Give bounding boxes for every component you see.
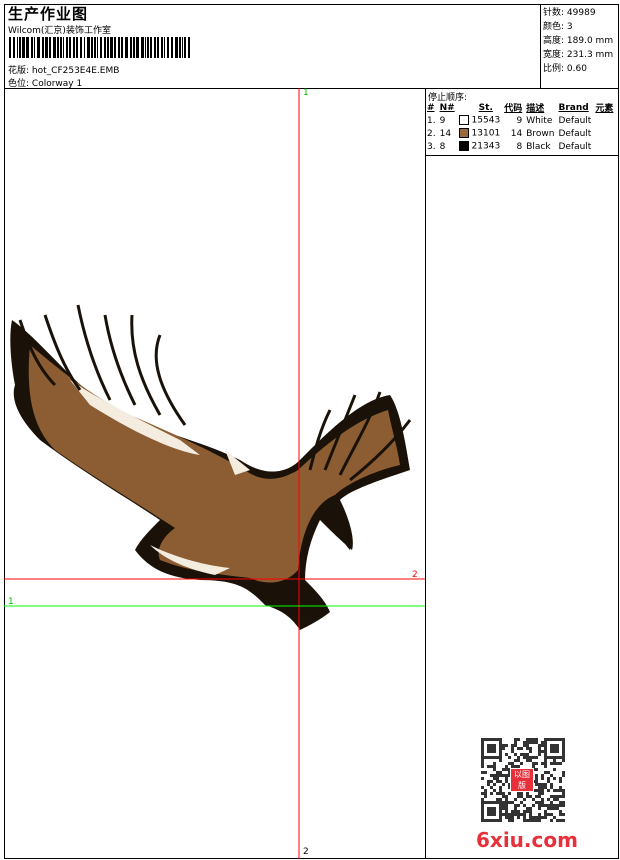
- table-bottom-line: [425, 155, 619, 156]
- guide-label-bottom: 2: [303, 847, 309, 857]
- guide-label-green: 1: [8, 597, 14, 607]
- color-swatch: [458, 141, 469, 152]
- stop-sequence-table: # N# St. 代码 描述 Brand 元素 1. 9 15543 9 White Default…: [425, 101, 615, 153]
- watermark-text: 6xiu.com: [476, 828, 578, 852]
- stat-stitches: 针数: 49989: [543, 8, 596, 18]
- stat-scale: 比例: 0.60: [543, 64, 587, 74]
- color-swatch: [458, 128, 469, 139]
- guide-label-red: 2: [412, 570, 418, 580]
- stat-colors: 颜色: 3: [543, 22, 573, 32]
- header-divider: [540, 4, 541, 88]
- stats-panel: 针数: 49989 颜色: 3 高度: 189.0 mm 宽度: 231.3 m…: [543, 5, 613, 75]
- stat-width: 宽度: 231.3 mm: [543, 50, 614, 60]
- design-canvas: [4, 88, 425, 859]
- stamp-logo: 以图版: [510, 768, 534, 792]
- table-row[interactable]: 1. 9 15543 9 White Default: [425, 114, 615, 127]
- table-row[interactable]: 3. 8 21343 8 Black Default: [425, 140, 615, 153]
- stat-height: 高度: 189.0 mm: [543, 36, 614, 46]
- guide-label-top: 1: [303, 88, 309, 98]
- color-swatch: [458, 115, 469, 126]
- table-row[interactable]: 2. 14 13101 14 Brown Default: [425, 127, 615, 140]
- table-header: # N# St. 代码 描述 Brand 元素: [427, 102, 614, 115]
- eagle-embroidery: [10, 304, 412, 630]
